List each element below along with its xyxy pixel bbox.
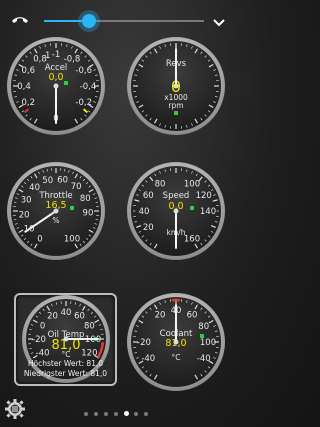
tick-label: 60 xyxy=(74,312,85,322)
tick-label: 0,2 xyxy=(22,98,36,108)
speed-gauge-dial: 20406080100120140160Speed0,0km/h xyxy=(127,162,225,260)
tick-label: -1 xyxy=(52,50,60,60)
oil-temp-panel[interactable]: -40-20020406080100120Oil Temp81,0°C Höch… xyxy=(14,293,117,386)
needle-hub xyxy=(173,339,179,345)
needle-hub xyxy=(173,83,179,89)
gear-menu-icon[interactable] xyxy=(4,398,26,424)
tick-label: -40 xyxy=(197,354,211,364)
throttle-gauge[interactable]: 0102030405060708090100Throttle16,5% xyxy=(5,160,107,262)
tick-label: 120 xyxy=(81,349,97,359)
tick-label: 20 xyxy=(47,312,58,322)
page-dot[interactable] xyxy=(94,412,98,416)
oil-unit: °C xyxy=(62,350,71,359)
tick-label: -20 xyxy=(32,335,46,345)
tick-label: -0,6 xyxy=(75,66,92,76)
accel-gauge[interactable]: -1-0,8-0,6-0,4-0,200,20,40,60,81Accel0,0 xyxy=(5,35,107,137)
page-dot[interactable] xyxy=(134,412,138,416)
tick-label: 90 xyxy=(83,209,94,219)
tick-label: 1 xyxy=(45,51,50,61)
tick-label: -20 xyxy=(137,338,151,348)
status-led xyxy=(200,334,204,338)
tick-label: 20 xyxy=(143,223,154,233)
oil-min-value: Niedrigster Wert: 81,0 xyxy=(23,369,108,378)
tick-label: 80 xyxy=(80,194,91,204)
tick-label: 80 xyxy=(84,322,95,332)
status-led xyxy=(64,81,68,85)
page-dot-active[interactable] xyxy=(124,411,129,416)
tick-label: 0 xyxy=(40,322,45,332)
tick-label: 100 xyxy=(64,235,80,245)
revs-unit: rpm xyxy=(168,101,183,110)
needle-hub xyxy=(63,336,69,342)
coolant-gauge-dial: -40-2020406080100-40Coolant81,0°C xyxy=(127,293,225,391)
speed-label: Speed xyxy=(163,191,190,201)
tick-label: -40 xyxy=(141,354,155,364)
tick-label: 0 xyxy=(37,235,42,245)
tick-label: 30 xyxy=(21,196,32,206)
tick-label: 100 xyxy=(200,338,216,348)
coolant-gauge[interactable]: -40-2020406080100-40Coolant81,0°C xyxy=(125,291,227,393)
accel-gauge-dial: -1-0,8-0,6-0,4-0,200,20,40,60,81Accel0,0 xyxy=(7,37,105,135)
speed-gauge[interactable]: 20406080100120140160Speed0,0km/h xyxy=(125,160,227,262)
status-led xyxy=(190,206,194,210)
needle-hub xyxy=(173,208,179,214)
needle-hub xyxy=(53,83,59,89)
revs-gauge-dial: Revs0x1000rpm xyxy=(127,37,225,135)
slider-thumb[interactable] xyxy=(81,14,96,28)
page-dot[interactable] xyxy=(84,412,88,416)
status-led xyxy=(174,111,178,115)
tick-label: 140 xyxy=(200,207,216,217)
tick-label: 40 xyxy=(61,308,72,318)
hangup-phone-icon[interactable] xyxy=(10,12,30,31)
status-led xyxy=(70,206,74,210)
tick-label: 0,6 xyxy=(22,66,36,76)
page-dot[interactable] xyxy=(104,412,108,416)
tick-label: 50 xyxy=(42,176,53,186)
accel-value: 0,0 xyxy=(48,72,63,83)
tick-label: 40 xyxy=(139,207,150,217)
tick-label: 80 xyxy=(155,179,166,189)
chevron-down-icon[interactable] xyxy=(212,14,226,33)
tick-label: 20 xyxy=(155,310,166,320)
oil-max-value: Höchster Wert: 81,0 xyxy=(27,359,104,368)
needle-hub xyxy=(53,208,59,214)
throttle-gauge-dial: 0102030405060708090100Throttle16,5% xyxy=(7,162,105,260)
tick-label: 80 xyxy=(198,322,209,332)
page-dot[interactable] xyxy=(114,412,118,416)
revs-gauge[interactable]: Revs0x1000rpm xyxy=(125,35,227,137)
top-bar xyxy=(0,0,240,40)
brightness-slider[interactable] xyxy=(44,14,204,28)
tick-label: -0,2 xyxy=(75,98,92,108)
page-dot[interactable] xyxy=(144,412,148,416)
tick-label: 60 xyxy=(187,310,198,320)
tick-label: 60 xyxy=(57,176,68,186)
coolant-unit: °C xyxy=(172,353,181,362)
tick-label: 120 xyxy=(196,191,212,201)
tick-label: 60 xyxy=(143,191,154,201)
tick-label: -0,4 xyxy=(80,82,97,92)
tick-label: 100 xyxy=(184,179,200,189)
tick-label: -40 xyxy=(36,349,50,359)
tick-label: 0,4 xyxy=(17,82,31,92)
tick-label: 160 xyxy=(184,235,200,245)
tick-label: 20 xyxy=(19,210,30,220)
throttle-unit: % xyxy=(52,216,59,225)
